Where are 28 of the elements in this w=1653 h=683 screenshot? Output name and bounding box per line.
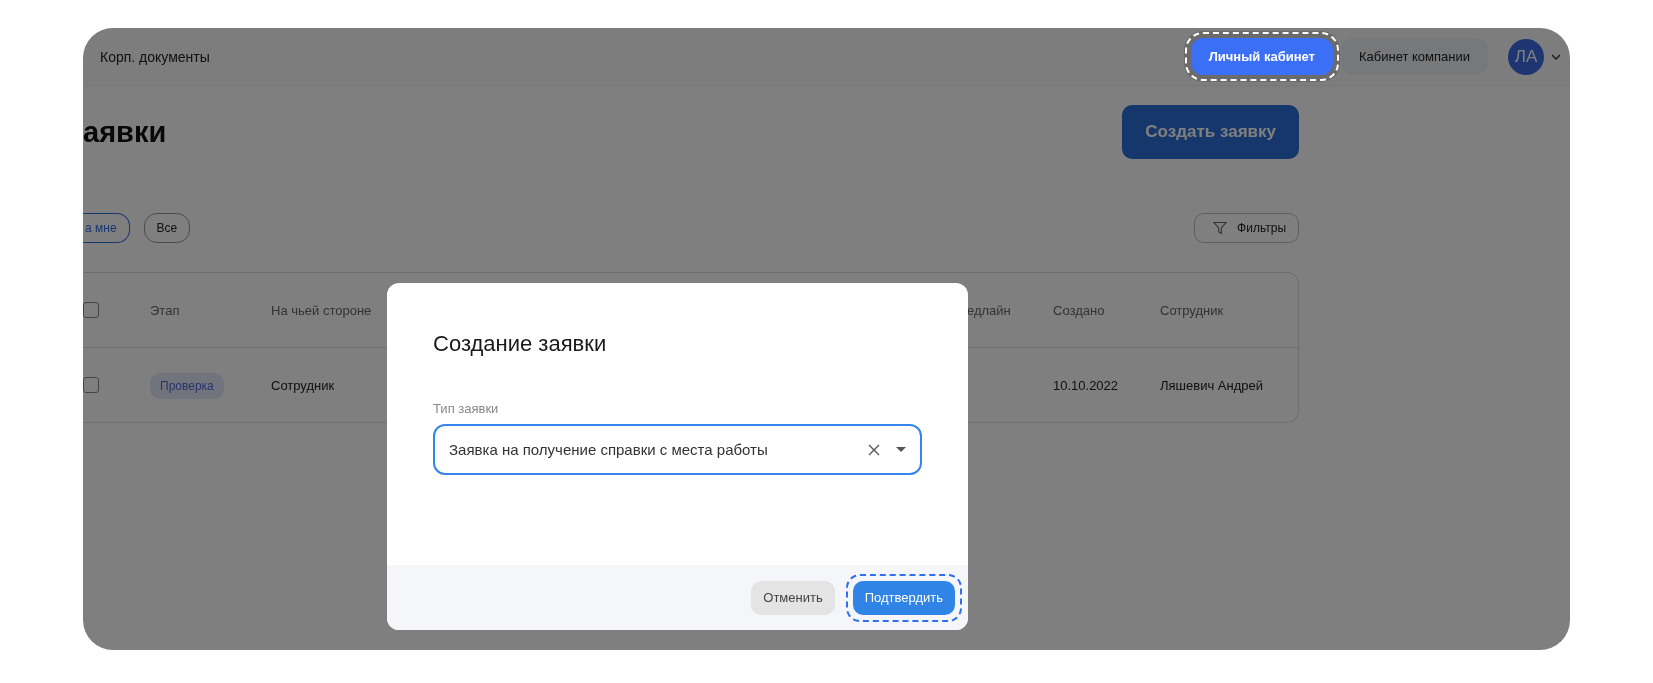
column-header: Создано [1053,302,1106,318]
column-header: Сотрудник [1160,302,1225,318]
page-title: аявки [83,115,167,149]
checkbox[interactable] [83,302,99,318]
cancel-button[interactable]: Отменить [751,580,835,615]
caret-icon[interactable] [896,446,906,453]
close-icon[interactable] [868,443,880,456]
column-header: На чьей стороне [271,302,373,318]
filters-button[interactable]: Фильтры [1194,213,1299,243]
dialog-title: Создание заявки [433,331,608,357]
column-header: едлайн [967,302,1012,318]
table-cell-text: Сотрудник [271,377,336,393]
confirm-button[interactable]: Подтвердить [852,580,955,615]
app-title: Корп. документы [100,48,210,65]
field-label: Тип заявки [433,401,500,416]
funnel-icon [1213,221,1228,235]
stage-tag: Проверка [150,372,224,399]
checkbox[interactable] [83,377,99,393]
request-type-select[interactable]: Заявка на получение справки с места работы [433,424,922,475]
filter-chip[interactable]: Все [143,213,191,243]
column-header: Этап [150,302,181,318]
table-cell-text: 10.10.2022 [1053,377,1120,393]
table-cell-text: Ляшевич Андрей [1160,377,1264,393]
caret-icon[interactable] [1552,52,1560,61]
filter-chip[interactable]: а мне [83,213,130,243]
create-request-button[interactable]: Создать заявку [1122,105,1299,159]
cabinet-tab[interactable]: Кабинет компании [1340,38,1488,75]
avatar[interactable]: ЛА [1508,38,1544,75]
